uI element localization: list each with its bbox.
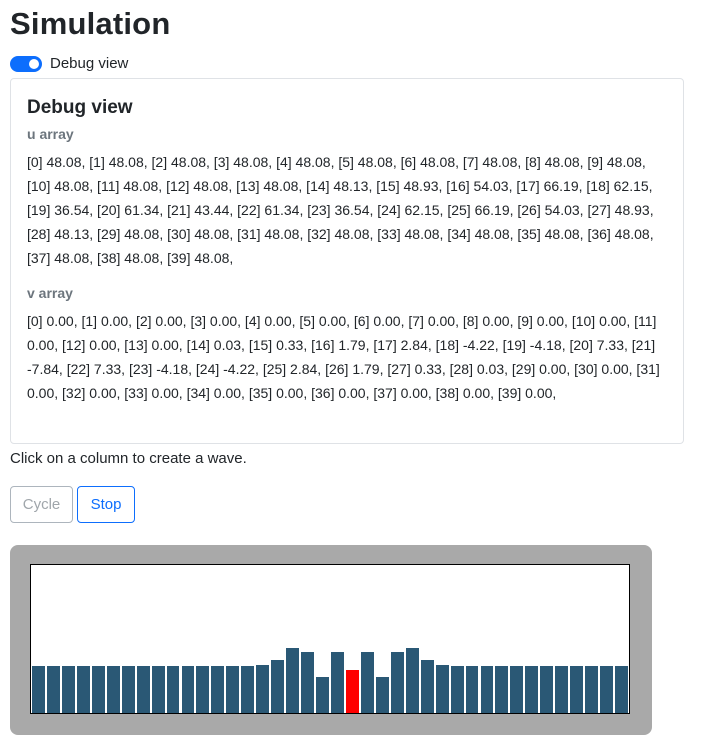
simulation-column[interactable] xyxy=(345,670,359,713)
simulation-column[interactable] xyxy=(495,666,509,713)
simulation-column[interactable] xyxy=(106,666,120,713)
simulation-column[interactable] xyxy=(256,665,270,713)
simulation-column[interactable] xyxy=(76,666,90,713)
simulation-column[interactable] xyxy=(61,666,75,713)
simulation-column[interactable] xyxy=(570,666,584,713)
simulation-column[interactable] xyxy=(405,648,419,713)
simulation-column[interactable] xyxy=(420,660,434,713)
simulation-column[interactable] xyxy=(226,666,240,713)
instruction-text: Click on a column to create a wave. xyxy=(10,450,247,467)
simulation-column[interactable] xyxy=(555,666,569,713)
u-array-label: u array xyxy=(27,126,74,142)
simulation-column[interactable] xyxy=(360,652,374,713)
simulation-column[interactable] xyxy=(600,666,614,713)
toggle-knob-icon xyxy=(29,58,39,69)
simulation-column[interactable] xyxy=(525,666,539,713)
simulation-column[interactable] xyxy=(91,666,105,713)
simulation-column[interactable] xyxy=(510,666,524,713)
simulation-column[interactable] xyxy=(181,666,195,713)
simulation-column[interactable] xyxy=(32,666,45,713)
v-array-values: [0] 0.00, [1] 0.00, [2] 0.00, [3] 0.00, … xyxy=(27,313,660,401)
simulation-column[interactable] xyxy=(540,666,554,713)
debug-card-title: Debug view xyxy=(27,97,133,118)
simulation-column[interactable] xyxy=(211,666,225,713)
simulation-column[interactable] xyxy=(390,652,404,713)
simulation-column[interactable] xyxy=(615,666,628,713)
simulation-column[interactable] xyxy=(151,666,165,713)
simulation-column[interactable] xyxy=(316,677,329,713)
debug-card: Debug view u array [0] 48.08, [1] 48.08,… xyxy=(10,78,684,444)
page-title: Simulation xyxy=(10,6,171,41)
debug-toggle-row: Debug view xyxy=(10,55,128,72)
simulation-column[interactable] xyxy=(331,652,344,713)
simulation-column[interactable] xyxy=(435,665,449,713)
debug-toggle-switch[interactable] xyxy=(10,55,42,72)
simulation-column[interactable] xyxy=(465,666,479,713)
simulation-canvas[interactable] xyxy=(30,564,630,714)
simulation-column[interactable] xyxy=(166,666,180,713)
simulation-column[interactable] xyxy=(375,677,389,713)
simulation-column[interactable] xyxy=(121,666,135,713)
simulation-column[interactable] xyxy=(241,666,255,713)
cycle-button[interactable]: Cycle xyxy=(10,486,73,523)
simulation-column[interactable] xyxy=(450,666,464,713)
simulation-column[interactable] xyxy=(286,648,300,713)
simulation-column[interactable] xyxy=(196,666,210,713)
page: Simulation Debug view Debug view u array… xyxy=(0,0,701,755)
simulation-column[interactable] xyxy=(46,666,60,713)
debug-toggle-label[interactable]: Debug view xyxy=(50,55,128,72)
u-array-values: [0] 48.08, [1] 48.08, [2] 48.08, [3] 48.… xyxy=(27,154,654,266)
simulation-frame xyxy=(10,545,652,735)
simulation-column[interactable] xyxy=(136,666,150,713)
simulation-column[interactable] xyxy=(480,666,494,713)
v-array-label: v array xyxy=(27,285,73,301)
simulation-column[interactable] xyxy=(271,660,285,713)
simulation-column[interactable] xyxy=(585,666,599,713)
simulation-column[interactable] xyxy=(301,652,315,713)
stop-button[interactable]: Stop xyxy=(77,486,135,523)
